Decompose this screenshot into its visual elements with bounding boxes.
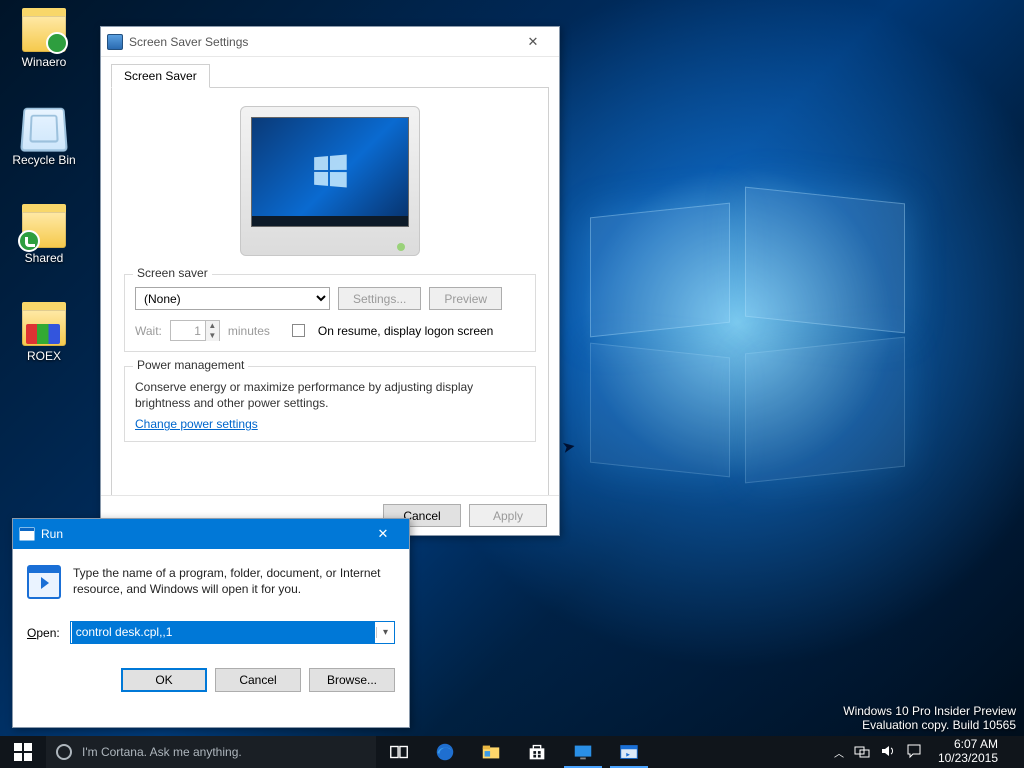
- preview-taskbar: [252, 216, 408, 226]
- cancel-button[interactable]: Cancel: [215, 668, 301, 692]
- wallpaper-logo-pane: [745, 187, 905, 334]
- desktop-icon-label: ROEX: [27, 349, 61, 363]
- taskbar-clock[interactable]: 6:07 AM 10/23/2015: [932, 738, 1004, 766]
- task-view-icon: [388, 741, 410, 763]
- desktop-watermark: Windows 10 Pro Insider Preview Evaluatio…: [843, 704, 1016, 732]
- ok-button[interactable]: OK: [121, 668, 207, 692]
- screensaver-preview-monitor: [240, 106, 420, 256]
- network-icon[interactable]: [854, 743, 870, 762]
- settings-button: Settings...: [338, 287, 421, 310]
- apply-button: Apply: [469, 504, 547, 527]
- taskbar[interactable]: I'm Cortana. Ask me anything. ︿ 6:07 AM …: [0, 736, 1024, 768]
- run-icon: [618, 741, 640, 763]
- folder-icon: [22, 204, 66, 248]
- wait-input[interactable]: [171, 324, 205, 338]
- edge-icon: [434, 741, 456, 763]
- wallpaper-logo-pane: [745, 337, 905, 484]
- screensaver-group: Screen saver (None) Settings... Preview …: [124, 274, 536, 352]
- close-button[interactable]: ✕: [513, 28, 553, 56]
- close-button[interactable]: ✕: [363, 520, 403, 548]
- preview-button: Preview: [429, 287, 502, 310]
- desktop-icon-recycle-bin[interactable]: Recycle Bin: [6, 106, 82, 167]
- power-management-group: Power management Conserve energy or maxi…: [124, 366, 536, 442]
- run-dialog-window[interactable]: Run ✕ Type the name of a program, folder…: [12, 518, 410, 728]
- desktop-icon-label: Shared: [25, 251, 64, 265]
- task-view-button[interactable]: [376, 736, 422, 768]
- power-management-text: Conserve energy or maximize performance …: [135, 379, 525, 411]
- tab-screen-saver[interactable]: Screen Saver: [111, 64, 210, 88]
- wallpaper-logo-pane: [590, 343, 730, 478]
- desktop-icon-label: Recycle Bin: [12, 153, 75, 167]
- run-window-icon: [19, 526, 35, 542]
- desktop-icon-shared[interactable]: Shared: [6, 204, 82, 265]
- preview-screen: [251, 117, 409, 227]
- volume-icon[interactable]: [880, 743, 896, 762]
- minutes-label: minutes: [228, 324, 270, 338]
- desktop-icon-label: Winaero: [22, 55, 67, 69]
- group-legend: Power management: [133, 358, 248, 372]
- window-title: Run: [41, 527, 363, 541]
- tab-panel: Screen saver (None) Settings... Preview …: [111, 87, 549, 517]
- taskbar-app-display-settings[interactable]: [560, 736, 606, 768]
- cortana-search-box[interactable]: I'm Cortana. Ask me anything.: [46, 736, 376, 768]
- action-center-icon[interactable]: [906, 743, 922, 762]
- folder-icon: [22, 302, 66, 346]
- windows-logo-icon: [14, 743, 32, 761]
- browse-button[interactable]: Browse...: [309, 668, 395, 692]
- recycle-bin-icon: [20, 108, 68, 152]
- taskbar-app-file-explorer[interactable]: [468, 736, 514, 768]
- screensaver-select[interactable]: (None): [135, 287, 330, 310]
- window-icon: [107, 34, 123, 50]
- spin-up-icon[interactable]: ▲: [205, 321, 219, 331]
- run-dialog-icon: [27, 565, 61, 599]
- desktop-icon-roex[interactable]: ROEX: [6, 302, 82, 363]
- taskbar-app-edge[interactable]: [422, 736, 468, 768]
- taskbar-app-run[interactable]: [606, 736, 652, 768]
- titlebar[interactable]: Screen Saver Settings ✕: [101, 27, 559, 57]
- open-value[interactable]: control desk.cpl,,1: [72, 622, 375, 643]
- search-placeholder: I'm Cortana. Ask me anything.: [82, 745, 242, 759]
- taskbar-app-store[interactable]: [514, 736, 560, 768]
- store-icon: [526, 741, 548, 763]
- folder-icon: [22, 8, 66, 52]
- run-dialog-message: Type the name of a program, folder, docu…: [73, 565, 395, 597]
- titlebar[interactable]: Run ✕: [13, 519, 409, 549]
- clock-time: 6:07 AM: [938, 738, 998, 752]
- clock-date: 10/23/2015: [938, 752, 998, 766]
- wait-spinner[interactable]: ▲▼: [170, 320, 220, 341]
- open-label: Open:: [27, 626, 60, 640]
- user-badge-icon: [46, 32, 68, 54]
- screensaver-settings-window[interactable]: Screen Saver Settings ✕ Screen Saver Scr…: [100, 26, 560, 536]
- watermark-line: Windows 10 Pro Insider Preview: [843, 704, 1016, 718]
- resume-checkbox[interactable]: [292, 324, 305, 337]
- start-button[interactable]: [0, 736, 46, 768]
- watermark-line: Evaluation copy. Build 10565: [843, 718, 1016, 732]
- change-power-settings-link[interactable]: Change power settings: [135, 417, 258, 431]
- share-badge-icon: [18, 230, 40, 252]
- wallpaper-logo-pane: [590, 203, 730, 338]
- resume-checkbox-label: On resume, display logon screen: [318, 324, 493, 338]
- tray-overflow-button[interactable]: ︿: [834, 745, 844, 760]
- chevron-down-icon[interactable]: ▾: [376, 627, 394, 638]
- open-combobox[interactable]: control desk.cpl,,1 ▾: [70, 621, 395, 644]
- windows-logo-icon: [314, 155, 347, 188]
- spin-down-icon[interactable]: ▼: [205, 331, 219, 341]
- window-title: Screen Saver Settings: [129, 35, 513, 49]
- cortana-icon: [56, 744, 72, 760]
- system-tray[interactable]: ︿ 6:07 AM 10/23/2015: [830, 736, 1024, 768]
- wait-label: Wait:: [135, 324, 162, 338]
- monitor-icon: [572, 741, 594, 763]
- desktop-icon-winaero[interactable]: Winaero: [6, 8, 82, 69]
- group-legend: Screen saver: [133, 266, 212, 280]
- file-explorer-icon: [480, 741, 502, 763]
